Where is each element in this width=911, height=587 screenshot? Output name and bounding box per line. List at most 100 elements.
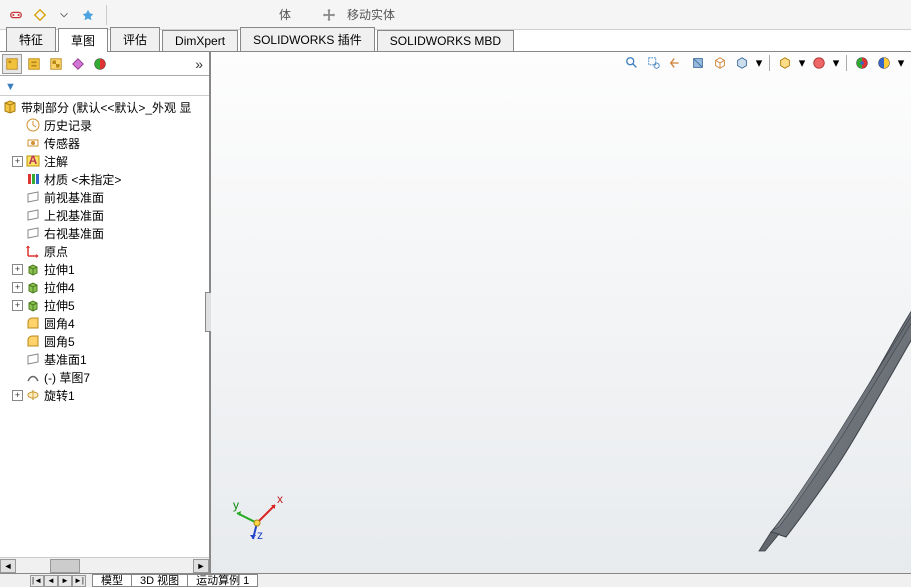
tree-item[interactable]: 基准面1 (0, 350, 209, 368)
ribbon-icon-2[interactable] (30, 5, 50, 25)
tree-item[interactable]: 圆角5 (0, 332, 209, 350)
zoom-fit-icon[interactable] (623, 54, 641, 72)
expand-icon[interactable]: + (12, 156, 23, 167)
tree-item[interactable]: 传感器 (0, 134, 209, 152)
sketch-icon (25, 369, 41, 385)
panel-tab-property[interactable] (24, 54, 44, 74)
tree-item[interactable]: 前视基准面 (0, 188, 209, 206)
fillet-icon (25, 315, 41, 331)
tab-nav-first[interactable]: |◄ (30, 575, 44, 587)
model-3d (561, 132, 911, 552)
toolbar-sep (769, 55, 770, 71)
dropdown-icon[interactable]: ▾ (755, 54, 763, 72)
extrude-icon (25, 297, 41, 313)
edit-appearance-icon[interactable] (810, 54, 828, 72)
tree-item[interactable]: 原点 (0, 242, 209, 260)
dropdown-icon[interactable]: ▾ (832, 54, 840, 72)
revolve-icon (25, 387, 41, 403)
graphics-viewport[interactable]: ▾ ▾ ▾ ▾ (211, 52, 911, 573)
tab-nav-next[interactable]: ► (58, 575, 72, 587)
toolbar-sep (846, 55, 847, 71)
view-triad[interactable]: x y z (231, 483, 291, 543)
display-style-icon[interactable] (733, 54, 751, 72)
panel-tab-config[interactable] (46, 54, 66, 74)
apply-scene-icon[interactable] (853, 54, 871, 72)
plane-icon (25, 189, 41, 205)
ribbon-dropdown[interactable] (54, 5, 74, 25)
zoom-area-icon[interactable] (645, 54, 663, 72)
tree-root-label: 带刺部分 (默认<<默认>_外观 显 (21, 99, 191, 116)
ribbon-item-body: 体 (279, 6, 291, 23)
ribbon-icon-3[interactable] (78, 5, 98, 25)
tree-item[interactable]: 右视基准面 (0, 224, 209, 242)
expand-icon[interactable]: + (12, 282, 23, 293)
ribbon-icon-1[interactable] (6, 5, 26, 25)
tree-item[interactable]: 圆角4 (0, 314, 209, 332)
scroll-right-arrow[interactable]: ► (193, 559, 209, 573)
annotation-icon: A (25, 153, 41, 169)
tab-nav-buttons: |◄ ◄ ► ►| (30, 575, 86, 587)
part-icon (2, 99, 18, 115)
scroll-thumb[interactable] (50, 559, 80, 573)
filter-input[interactable] (2, 78, 207, 94)
feature-tree: 带刺部分 (默认<<默认>_外观 显 历史记录 传感器 +A注解 材质 <未指定… (0, 96, 209, 557)
history-icon (25, 117, 41, 133)
tab-nav-prev[interactable]: ◄ (44, 575, 58, 587)
plane-icon (25, 225, 41, 241)
expand-icon[interactable]: + (12, 300, 23, 311)
origin-icon (25, 243, 41, 259)
expand-icon[interactable]: + (12, 390, 23, 401)
tab-mbd[interactable]: SOLIDWORKS MBD (377, 30, 514, 51)
plane-icon (25, 207, 41, 223)
hide-show-icon[interactable] (776, 54, 794, 72)
prev-view-icon[interactable] (667, 54, 685, 72)
move-solid-label[interactable]: 移动实体 (347, 6, 395, 23)
tab-dimxpert[interactable]: DimXpert (162, 30, 238, 51)
panel-tab-strip: » (0, 52, 209, 76)
bottom-tab-model[interactable]: 模型 (92, 574, 132, 587)
tree-item[interactable]: (-) 草图7 (0, 368, 209, 386)
panel-tab-feature-tree[interactable] (2, 54, 22, 74)
bottom-tab-motion[interactable]: 运动算例 1 (187, 574, 258, 587)
scroll-left-arrow[interactable]: ◄ (0, 559, 16, 573)
section-view-icon[interactable] (689, 54, 707, 72)
tree-item[interactable]: 材质 <未指定> (0, 170, 209, 188)
tab-addins[interactable]: SOLIDWORKS 插件 (240, 27, 375, 51)
tab-sketch[interactable]: 草图 (58, 28, 108, 52)
feature-manager-panel: » ▼ 带刺部分 (默认<<默认>_外观 显 历史记录 传感器 +A注解 材质 … (0, 52, 211, 573)
move-solid-icon[interactable] (319, 5, 339, 25)
ribbon-sep (106, 5, 107, 25)
tree-item[interactable]: 历史记录 (0, 116, 209, 134)
panel-tab-display[interactable] (90, 54, 110, 74)
main-area: » ▼ 带刺部分 (默认<<默认>_外观 显 历史记录 传感器 +A注解 材质 … (0, 52, 911, 573)
bottom-tab-3dview[interactable]: 3D 视图 (131, 574, 188, 587)
tree-item[interactable]: +A注解 (0, 152, 209, 170)
filter-bar: ▼ (0, 76, 209, 96)
top-ribbon-fragment: 体 移动实体 (0, 0, 911, 30)
tree-item[interactable]: +拉伸4 (0, 278, 209, 296)
heads-up-view-toolbar: ▾ ▾ ▾ ▾ (623, 54, 905, 72)
tree-item[interactable]: +旋转1 (0, 386, 209, 404)
tree-item[interactable]: +拉伸5 (0, 296, 209, 314)
triad-z-label: z (257, 528, 263, 542)
view-settings-icon[interactable] (875, 54, 893, 72)
triad-x-label: x (277, 492, 283, 506)
panel-tabs-more[interactable]: » (195, 56, 203, 72)
expand-icon[interactable]: + (12, 264, 23, 275)
tree-item[interactable]: 上视基准面 (0, 206, 209, 224)
dropdown-icon[interactable]: ▾ (798, 54, 806, 72)
svg-text:A: A (29, 153, 38, 167)
view-orient-icon[interactable] (711, 54, 729, 72)
tab-features[interactable]: 特征 (6, 27, 56, 51)
horizontal-scrollbar[interactable]: ◄ ► (0, 557, 209, 573)
dropdown-icon[interactable]: ▾ (897, 54, 905, 72)
extrude-icon (25, 279, 41, 295)
sensor-icon (25, 135, 41, 151)
tree-root[interactable]: 带刺部分 (默认<<默认>_外观 显 (0, 98, 209, 116)
tab-nav-last[interactable]: ►| (72, 575, 86, 587)
tab-evaluate[interactable]: 评估 (110, 27, 160, 51)
extrude-icon (25, 261, 41, 277)
tree-item[interactable]: +拉伸1 (0, 260, 209, 278)
fillet-icon (25, 333, 41, 349)
panel-tab-dim[interactable] (68, 54, 88, 74)
